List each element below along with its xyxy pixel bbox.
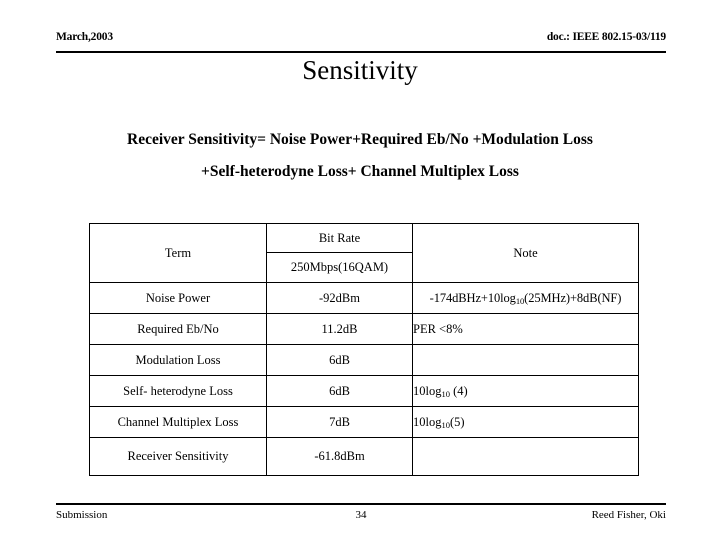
- row-term-noise-power: Noise Power: [89, 282, 267, 314]
- note-text-prefix: 10log: [413, 414, 442, 429]
- row-note-channel-multiplex-loss: 10log10(5): [412, 406, 639, 438]
- footer-author: Reed Fisher, Oki: [591, 509, 666, 521]
- row-note-modulation-loss: [412, 344, 639, 376]
- row-note-self-heterodyne-loss: 10log10 (4): [412, 375, 639, 407]
- note-subscript: 10: [515, 295, 525, 306]
- sensitivity-table: Term Bit Rate 250Mbps(16QAM) Note Noise …: [89, 223, 639, 476]
- note-subscript: 10: [441, 388, 450, 399]
- note-subscript: 10: [441, 419, 450, 430]
- row-value-receiver-sensitivity: -61.8dBm: [266, 437, 413, 476]
- row-term-channel-multiplex-loss: Channel Multiplex Loss: [89, 406, 267, 438]
- note-text-prefix: -174dBHz+10log: [429, 290, 516, 305]
- footer-page-number: 34: [355, 509, 367, 521]
- column-header-bit-rate-value: 250Mbps(16QAM): [267, 252, 412, 282]
- column-header-term: Term: [89, 223, 267, 283]
- table-row: Channel Multiplex Loss 7dB 10log10(5): [89, 406, 639, 438]
- column-header-bit-rate: Bit Rate 250Mbps(16QAM): [266, 223, 413, 283]
- row-value-required-eb-no: 11.2dB: [266, 313, 413, 345]
- row-value-noise-power: -92dBm: [266, 282, 413, 314]
- row-term-modulation-loss: Modulation Loss: [89, 344, 267, 376]
- table-row: Self- heterodyne Loss 6dB 10log10 (4): [89, 375, 639, 407]
- row-note-receiver-sensitivity: [412, 437, 639, 476]
- note-text-suffix: (4): [449, 383, 468, 398]
- note-text-prefix: 10log: [413, 383, 442, 398]
- row-term-receiver-sensitivity: Receiver Sensitivity: [89, 437, 267, 476]
- column-header-bit-rate-label: Bit Rate: [267, 224, 412, 253]
- table-row: Receiver Sensitivity -61.8dBm: [89, 437, 639, 476]
- table-row: Required Eb/No 11.2dB PER <8%: [89, 313, 639, 345]
- row-value-modulation-loss: 6dB: [266, 344, 413, 376]
- row-value-self-heterodyne-loss: 6dB: [266, 375, 413, 407]
- note-text-suffix: (5): [449, 414, 465, 429]
- formula-line-1: Receiver Sensitivity= Noise Power+Requir…: [127, 131, 593, 148]
- table-row: Noise Power -92dBm -174dBHz+10log10(25MH…: [89, 282, 639, 314]
- formula-line-2: +Self-heterodyne Loss+ Channel Multiplex…: [201, 163, 519, 180]
- column-header-note: Note: [412, 223, 639, 283]
- document-header: March,2003 doc.: IEEE 802.15-03/119: [56, 31, 666, 53]
- row-term-required-eb-no: Required Eb/No: [89, 313, 267, 345]
- document-footer: 34 Submission Reed Fisher, Oki: [56, 503, 666, 523]
- row-value-channel-multiplex-loss: 7dB: [266, 406, 413, 438]
- note-text-suffix: (25MHz)+8dB(NF): [524, 290, 622, 305]
- table-row: Modulation Loss 6dB: [89, 344, 639, 376]
- row-note-noise-power: -174dBHz+10log10(25MHz)+8dB(NF): [412, 282, 639, 314]
- row-term-self-heterodyne-loss: Self- heterodyne Loss: [89, 375, 267, 407]
- header-doc-id: doc.: IEEE 802.15-03/119: [546, 31, 666, 43]
- page-title: Sensitivity: [302, 55, 418, 85]
- header-date: March,2003: [56, 31, 113, 43]
- row-note-required-eb-no: PER <8%: [412, 313, 639, 345]
- table-header-row: Term Bit Rate 250Mbps(16QAM) Note: [89, 223, 639, 283]
- slide: March,2003 doc.: IEEE 802.15-03/119 Sens…: [0, 0, 720, 540]
- footer-submission-label: Submission: [56, 509, 108, 521]
